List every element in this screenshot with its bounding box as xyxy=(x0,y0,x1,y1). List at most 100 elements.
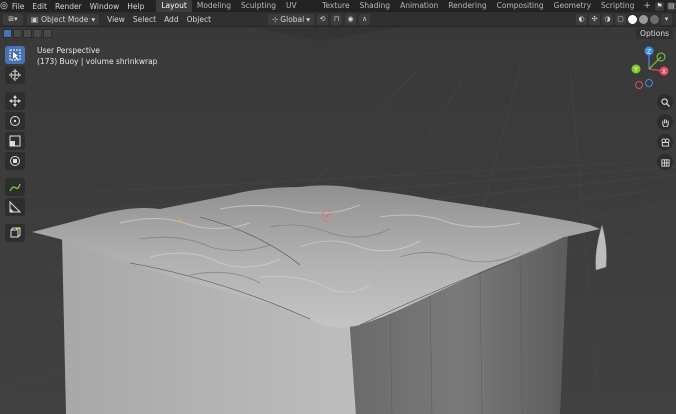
blender-logo-icon[interactable]: ◎ xyxy=(0,1,8,11)
orientation-label: Global xyxy=(280,14,305,24)
selection-mode-row xyxy=(3,29,52,38)
grid-perspective-icon xyxy=(660,158,670,167)
view-layer-icon[interactable]: ▤ xyxy=(666,1,676,11)
cursor-tool[interactable] xyxy=(5,66,25,84)
add-cube-icon xyxy=(10,227,21,238)
gizmo-y-label: Y xyxy=(633,67,638,74)
menu-render[interactable]: Render xyxy=(51,2,86,11)
select-new-icon[interactable] xyxy=(3,29,12,38)
shading-options-icon[interactable]: ▾ xyxy=(661,13,672,25)
visibility-icon[interactable]: ◐ xyxy=(576,13,587,25)
navigation-buttons xyxy=(657,94,673,170)
xray-icon[interactable]: ▢ xyxy=(615,13,626,25)
tool-shelf xyxy=(5,46,25,242)
annotate-tool[interactable] xyxy=(5,178,25,196)
chevron-down-icon: ▾ xyxy=(91,14,96,24)
3d-viewport[interactable]: Options User Perspective (173) Buoy | vo… xyxy=(0,27,676,414)
scene-render xyxy=(0,27,676,414)
menu-help[interactable]: Help xyxy=(123,2,148,11)
pan-button[interactable] xyxy=(657,114,673,130)
transform-controls: ⊹ Global ▾ ⟲ ⊓ ◉ ∧ xyxy=(268,13,370,25)
snap-icon[interactable]: ⊓ xyxy=(331,13,342,25)
gizmo-z-label: Z xyxy=(647,49,651,56)
zoom-button[interactable] xyxy=(657,94,673,110)
rendered-shading-icon[interactable] xyxy=(650,14,659,24)
annotate-pen-icon xyxy=(9,183,21,192)
scene-icon[interactable]: ⚑ xyxy=(654,1,664,11)
measure-ruler-icon xyxy=(9,201,21,213)
scale-tool[interactable] xyxy=(5,132,25,150)
tab-shading[interactable]: Shading xyxy=(355,0,395,12)
overlay-toggle-icon[interactable]: ◑ xyxy=(602,13,613,25)
options-button[interactable]: Options xyxy=(636,28,673,39)
navigation-gizmo[interactable]: Z X Y xyxy=(628,45,674,91)
select-box-tool[interactable] xyxy=(5,46,25,64)
editor-type-icon[interactable]: ⊞▾ xyxy=(3,13,23,25)
select-invert-icon[interactable] xyxy=(33,29,42,38)
measure-tool[interactable] xyxy=(5,198,25,216)
select-subtract-icon[interactable] xyxy=(23,29,32,38)
shading-controls: ◐ ✣ ◑ ▢ ▾ xyxy=(576,13,676,25)
pivot-icon[interactable]: ⟲ xyxy=(317,13,328,25)
perspective-toggle-button[interactable] xyxy=(657,154,673,170)
gizmo-toggle-icon[interactable]: ✣ xyxy=(589,13,600,25)
menu-object[interactable]: Object xyxy=(183,15,215,24)
material-shading-icon[interactable] xyxy=(639,14,648,24)
tab-rendering[interactable]: Rendering xyxy=(443,0,491,12)
rotate-tool[interactable] xyxy=(5,112,25,130)
tab-layout[interactable]: Layout xyxy=(156,0,192,12)
orientation-selector[interactable]: ⊹ Global ▾ xyxy=(268,13,314,25)
gizmo-x-label: X xyxy=(662,69,666,76)
workspace-tabs: Layout Modeling Sculpting UV Editing Tex… xyxy=(156,0,639,22)
select-extend-icon[interactable] xyxy=(13,29,22,38)
camera-view-button[interactable] xyxy=(657,134,673,150)
menu-window[interactable]: Window xyxy=(86,2,124,11)
menu-add[interactable]: Add xyxy=(160,15,183,24)
solid-shading-icon[interactable] xyxy=(628,14,637,24)
menu-edit[interactable]: Edit xyxy=(28,2,51,11)
tab-geometry-nodes[interactable]: Geometry Nodes xyxy=(549,0,596,22)
viewport-header: ⊞▾ ▣ Object Mode ▾ View Select Add Objec… xyxy=(0,12,676,27)
object-info: (173) Buoy | volume shrinkwrap xyxy=(37,57,158,66)
menu-file[interactable]: File xyxy=(8,2,29,11)
chevron-down-icon: ▾ xyxy=(306,14,310,24)
menu-view[interactable]: View xyxy=(103,15,129,24)
3d-cursor-icon xyxy=(9,69,21,81)
tab-scripting[interactable]: Scripting xyxy=(596,0,639,12)
menu-select[interactable]: Select xyxy=(129,15,160,24)
magnifier-icon xyxy=(660,97,670,107)
cursor-arrow-icon xyxy=(9,49,21,61)
add-cube-tool[interactable] xyxy=(5,224,25,242)
tab-sculpting[interactable]: Sculpting xyxy=(236,0,281,12)
camera-icon xyxy=(660,137,670,147)
mode-label: Object Mode xyxy=(41,14,89,24)
tab-uv-editing[interactable]: UV Editing xyxy=(281,0,317,22)
origin-dot xyxy=(179,218,183,222)
mode-selector[interactable]: ▣ Object Mode ▾ xyxy=(27,13,100,25)
transform-tool[interactable] xyxy=(5,152,25,170)
falloff-icon[interactable]: ∧ xyxy=(359,13,370,25)
view-name: User Perspective xyxy=(37,46,100,55)
select-intersect-icon[interactable] xyxy=(43,29,52,38)
move-tool[interactable] xyxy=(5,92,25,110)
gizmo-neg-x-axis xyxy=(635,81,643,89)
topbar-right-controls: ⚑ ▤ xyxy=(654,1,676,11)
viewport-menu: View Select Add Object xyxy=(103,15,215,24)
tab-animation[interactable]: Animation xyxy=(395,0,443,12)
hand-icon xyxy=(661,118,669,127)
proportional-edit-icon[interactable]: ◉ xyxy=(345,13,356,25)
gizmo-neg-z-axis xyxy=(645,79,653,87)
orientation-icon: ⊹ xyxy=(272,14,279,24)
viewport-info: User Perspective (173) Buoy | volume shr… xyxy=(37,45,157,67)
tab-compositing[interactable]: Compositing xyxy=(492,0,549,12)
move-arrows-icon xyxy=(9,95,21,107)
rotate-icon xyxy=(10,116,20,126)
scale-icon xyxy=(9,135,21,147)
top-menu-bar: ◎ File Edit Render Window Help Layout Mo… xyxy=(0,0,676,22)
transform-icon xyxy=(10,156,20,166)
main-menu: File Edit Render Window Help xyxy=(8,2,148,11)
tab-texture-paint[interactable]: Texture Paint xyxy=(317,0,354,22)
object-mode-icon: ▣ xyxy=(31,14,39,24)
add-workspace-button[interactable]: + xyxy=(639,1,655,11)
tab-modeling[interactable]: Modeling xyxy=(192,0,236,12)
